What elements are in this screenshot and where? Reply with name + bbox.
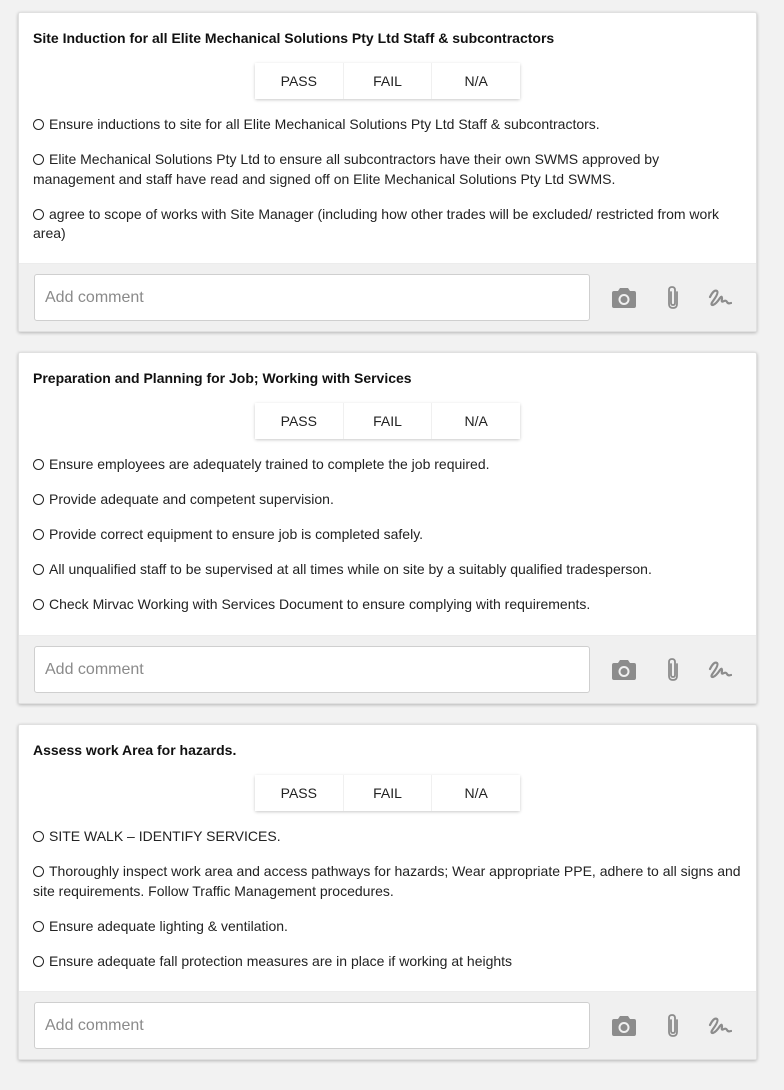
item-text: SITE WALK – IDENTIFY SERVICES. bbox=[49, 828, 281, 844]
item-text: Thoroughly inspect work area and access … bbox=[33, 863, 741, 899]
inspection-card-3: Assess work Area for hazards. PASS FAIL … bbox=[18, 724, 757, 1060]
card-title: Assess work Area for hazards. bbox=[33, 742, 237, 758]
na-button[interactable]: N/A bbox=[431, 63, 521, 99]
fail-button[interactable]: FAIL bbox=[342, 775, 432, 811]
circle-bullet-icon bbox=[33, 564, 44, 575]
circle-bullet-icon bbox=[33, 459, 44, 470]
paperclip-icon[interactable] bbox=[659, 284, 687, 312]
list-item: Provide correct equipment to ensure job … bbox=[33, 525, 742, 545]
card-title: Site Induction for all Elite Mechanical … bbox=[33, 30, 555, 46]
circle-bullet-icon bbox=[33, 208, 44, 220]
list-item: Elite Mechanical Solutions Pty Ltd to en… bbox=[33, 150, 742, 189]
item-text: agree to scope of works with Site Manage… bbox=[33, 205, 719, 242]
paperclip-icon[interactable] bbox=[659, 656, 687, 684]
checklist-items: Ensure inductions to site for all Elite … bbox=[19, 99, 756, 244]
item-text: Ensure adequate lighting & ventilation. bbox=[49, 917, 288, 934]
na-button[interactable]: N/A bbox=[431, 403, 521, 439]
response-button-group: PASS FAIL N/A bbox=[255, 63, 521, 99]
circle-bullet-icon bbox=[33, 119, 44, 130]
circle-bullet-icon bbox=[33, 866, 44, 877]
inspection-card-2: Preparation and Planning for Job; Workin… bbox=[18, 352, 757, 704]
circle-bullet-icon bbox=[33, 831, 44, 842]
item-text: Elite Mechanical Solutions Pty Ltd to en… bbox=[33, 151, 660, 187]
circle-bullet-icon bbox=[33, 955, 44, 967]
comment-bar bbox=[19, 263, 756, 331]
fail-button[interactable]: FAIL bbox=[342, 63, 432, 99]
checklist-items: SITE WALK – IDENTIFY SERVICES. Thoroughl… bbox=[19, 811, 756, 971]
signature-icon[interactable] bbox=[706, 1012, 734, 1040]
fail-button[interactable]: FAIL bbox=[342, 403, 432, 439]
list-item: Ensure inductions to site for all Elite … bbox=[33, 115, 742, 135]
signature-icon[interactable] bbox=[706, 656, 734, 684]
list-item: Ensure adequate lighting & ventilation. bbox=[33, 917, 742, 937]
comment-input[interactable] bbox=[34, 646, 590, 693]
response-button-group: PASS FAIL N/A bbox=[255, 775, 521, 811]
circle-bullet-icon bbox=[33, 154, 44, 165]
item-text: Ensure inductions to site for all Elite … bbox=[49, 116, 600, 132]
comment-bar bbox=[19, 635, 756, 703]
list-item: Thoroughly inspect work area and access … bbox=[33, 862, 742, 901]
card-title: Preparation and Planning for Job; Workin… bbox=[33, 370, 412, 386]
camera-icon[interactable] bbox=[610, 1012, 638, 1040]
item-text: Ensure adequate fall protection measures… bbox=[49, 952, 513, 969]
pass-button[interactable]: PASS bbox=[255, 63, 343, 99]
camera-icon[interactable] bbox=[610, 284, 638, 312]
list-item: All unqualified staff to be supervised a… bbox=[33, 560, 742, 580]
response-button-group: PASS FAIL N/A bbox=[255, 403, 521, 439]
pass-button[interactable]: PASS bbox=[255, 775, 343, 811]
list-item: Ensure employees are adequately trained … bbox=[33, 455, 742, 475]
checklist-items: Ensure employees are adequately trained … bbox=[19, 439, 756, 615]
list-item: SITE WALK – IDENTIFY SERVICES. bbox=[33, 827, 742, 847]
circle-bullet-icon bbox=[33, 599, 44, 610]
comment-bar bbox=[19, 991, 756, 1059]
circle-bullet-icon bbox=[33, 494, 44, 505]
na-button[interactable]: N/A bbox=[431, 775, 521, 811]
list-item: Provide adequate and competent supervisi… bbox=[33, 490, 742, 510]
comment-input[interactable] bbox=[34, 274, 590, 321]
signature-icon[interactable] bbox=[706, 284, 734, 312]
pass-button[interactable]: PASS bbox=[255, 403, 343, 439]
circle-bullet-icon bbox=[33, 920, 44, 932]
list-item: Ensure adequate fall protection measures… bbox=[33, 952, 742, 972]
camera-icon[interactable] bbox=[610, 656, 638, 684]
item-text: Provide correct equipment to ensure job … bbox=[49, 526, 424, 542]
item-text: Check Mirvac Working with Services Docum… bbox=[49, 596, 591, 612]
comment-input[interactable] bbox=[34, 1002, 590, 1049]
list-item: Check Mirvac Working with Services Docum… bbox=[33, 595, 742, 615]
inspection-card-1: Site Induction for all Elite Mechanical … bbox=[18, 12, 757, 332]
paperclip-icon[interactable] bbox=[659, 1012, 687, 1040]
item-text: Ensure employees are adequately trained … bbox=[49, 456, 490, 472]
item-text: All unqualified staff to be supervised a… bbox=[49, 561, 652, 577]
circle-bullet-icon bbox=[33, 529, 44, 540]
item-text: Provide adequate and competent supervisi… bbox=[49, 491, 334, 507]
list-item: agree to scope of works with Site Manage… bbox=[33, 205, 742, 244]
